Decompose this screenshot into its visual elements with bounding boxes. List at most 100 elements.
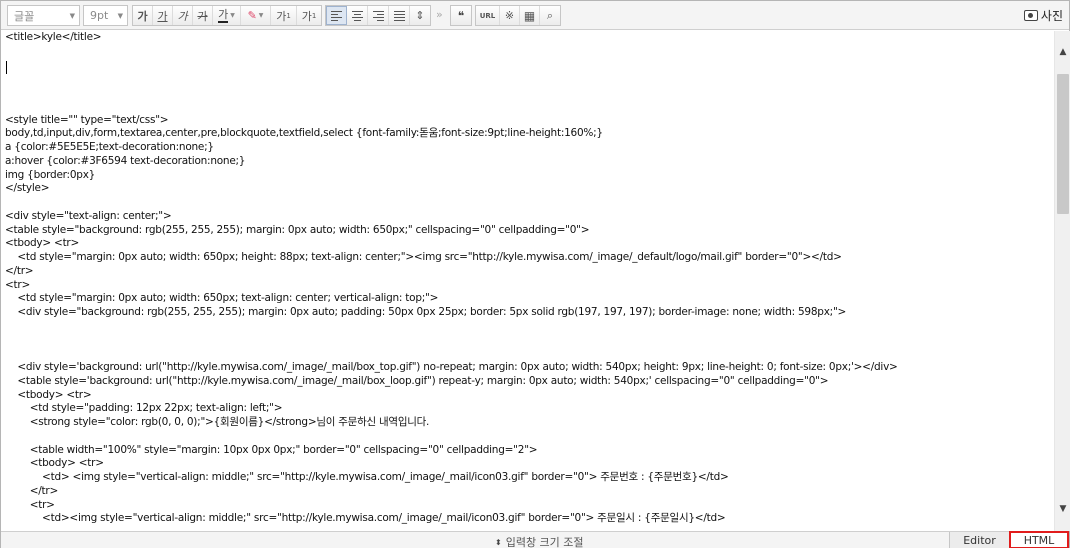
code-line: <td style="padding: 12px 22px; text-alig…: [5, 402, 283, 415]
code-line: <table style='background: url("http://ky…: [5, 374, 829, 387]
code-line: <table style="background: rgb(255, 255, …: [5, 223, 590, 236]
alignment-group: ⇕: [325, 5, 431, 26]
source-code[interactable]: <title>kyle</title> <style title="" type=…: [2, 31, 1054, 526]
font-family-select[interactable]: 글꼴 ▼: [7, 5, 80, 26]
table-icon: ▦: [523, 8, 536, 23]
line-height-icon: ⇕: [415, 9, 425, 22]
code-line: <tr>: [5, 278, 31, 291]
url-icon: URL: [479, 11, 496, 20]
resize-icon: ⬍: [495, 537, 502, 547]
underline-icon: 가: [157, 9, 168, 23]
html-mode-label: HTML: [1023, 533, 1055, 547]
scroll-down-icon[interactable]: ▼: [1055, 501, 1070, 517]
chevron-down-icon: ▼: [69, 11, 75, 20]
code-line: <td style="margin: 0px auto; width: 650p…: [5, 251, 842, 263]
align-left-icon: [331, 10, 342, 21]
align-right-icon: [372, 10, 384, 21]
superscript-button[interactable]: 가1: [271, 6, 297, 25]
code-line: <td style="margin: 0px auto; width: 650p…: [5, 292, 439, 305]
code-line: <div style='background: url("http://kyle…: [5, 361, 898, 373]
subscript-icon: 가: [301, 9, 312, 23]
font-color-button[interactable]: 가 ▼: [213, 6, 241, 25]
font-size-select[interactable]: 9pt ▼: [83, 5, 128, 26]
insert-group: URL ※ ▦ ⌕: [475, 5, 561, 26]
text-style-group: 가 가 가 가 가 ▼ ✎ ▼ 가1 가1: [132, 5, 322, 26]
photo-label: 사진: [1040, 9, 1063, 23]
code-line: <style title="" type="text/css">: [5, 113, 169, 126]
code-line: <div style="text-align: center;">: [5, 209, 172, 222]
quote-icon: ❝: [457, 8, 465, 23]
code-line: <tbody> <tr>: [5, 388, 92, 401]
toolbar: 글꼴 ▼ 9pt ▼ 가 가 가 가 가 ▼ ✎ ▼ 가 1 가 1 ⇕ » ❝…: [1, 1, 1069, 30]
editor-mode-label: Editor: [963, 533, 996, 547]
scroll-thumb[interactable]: [1057, 74, 1069, 214]
text-cursor: [6, 61, 7, 74]
code-line: <div style="background: rgb(255, 255, 25…: [5, 306, 847, 318]
code-line: img {border:0px}: [5, 168, 96, 181]
font-size-value: 9pt: [90, 9, 109, 22]
quote-button[interactable]: ❝: [450, 5, 472, 26]
photo-button[interactable]: 사진: [1023, 7, 1063, 24]
bold-button[interactable]: 가: [133, 6, 153, 25]
code-line: <table width="100%" style="margin: 10px …: [5, 443, 538, 456]
align-center-icon: [351, 10, 363, 21]
code-line: <strong style="color: rgb(0, 0, 0);">{회원…: [5, 416, 430, 428]
code-line: body,td,input,div,form,textarea,center,p…: [5, 127, 603, 140]
strikethrough-icon: 가: [197, 9, 208, 23]
code-line: <td> <img style="vertical-align: middle;…: [5, 471, 729, 483]
code-line: <title>kyle</title>: [5, 31, 102, 43]
chevron-down-icon: ▼: [256, 12, 264, 19]
special-char-icon: ※: [504, 9, 515, 22]
more-tools-icon[interactable]: »: [436, 8, 443, 21]
align-right-button[interactable]: [368, 6, 389, 25]
code-line: a {color:#5E5E5E;text-decoration:none;}: [5, 141, 214, 153]
font-color-icon: 가: [218, 7, 229, 23]
link-button[interactable]: URL: [476, 6, 500, 25]
code-line: <tr>: [5, 498, 55, 511]
superscript-icon: 가: [276, 9, 287, 23]
background-color-button[interactable]: ✎ ▼: [241, 6, 271, 25]
line-height-button[interactable]: ⇕: [410, 6, 430, 25]
table-button[interactable]: ▦: [520, 6, 540, 25]
chevron-down-icon: ▼: [228, 12, 235, 19]
code-line: </tr>: [5, 484, 59, 497]
scroll-up-icon[interactable]: ▲: [1055, 44, 1070, 60]
code-line: </style>: [5, 182, 50, 195]
camera-icon: [1023, 10, 1038, 21]
align-left-button[interactable]: [326, 6, 347, 25]
subscript-button[interactable]: 가1: [297, 6, 321, 25]
editor-frame: 글꼴 ▼ 9pt ▼ 가 가 가 가 가 ▼ ✎ ▼ 가 1 가 1 ⇕ » ❝…: [0, 0, 1070, 548]
align-justify-icon: [393, 10, 405, 21]
code-line: a:hover {color:#3F6594 text-decoration:n…: [5, 154, 246, 167]
editor-mode-tab[interactable]: Editor: [949, 532, 1009, 548]
font-family-value: 글꼴: [14, 9, 35, 23]
find-button[interactable]: ⌕: [540, 6, 560, 25]
resize-handle[interactable]: ⬍ 입력창 크기 조절: [495, 534, 584, 548]
html-source-editor[interactable]: <title>kyle</title> <style title="" type=…: [2, 31, 1054, 531]
vertical-scrollbar[interactable]: ▲ ▼: [1054, 31, 1070, 531]
italic-button[interactable]: 가: [173, 6, 193, 25]
highlighter-icon: ✎: [247, 9, 257, 22]
underline-button[interactable]: 가: [153, 6, 173, 25]
align-center-button[interactable]: [347, 6, 368, 25]
strikethrough-button[interactable]: 가: [193, 6, 213, 25]
code-line: <tbody> <tr>: [5, 237, 80, 250]
bold-icon: 가: [137, 9, 148, 23]
align-justify-button[interactable]: [389, 6, 410, 25]
resize-label: 입력창 크기 조절: [505, 536, 584, 548]
code-line: <td><img style="vertical-align: middle;"…: [5, 512, 726, 525]
html-mode-tab[interactable]: HTML: [1009, 531, 1069, 548]
code-line: </tr>: [5, 264, 34, 277]
special-char-button[interactable]: ※: [500, 6, 520, 25]
italic-icon: 가: [177, 9, 188, 23]
status-bar: ⬍ 입력창 크기 조절 Editor HTML: [1, 531, 1069, 548]
